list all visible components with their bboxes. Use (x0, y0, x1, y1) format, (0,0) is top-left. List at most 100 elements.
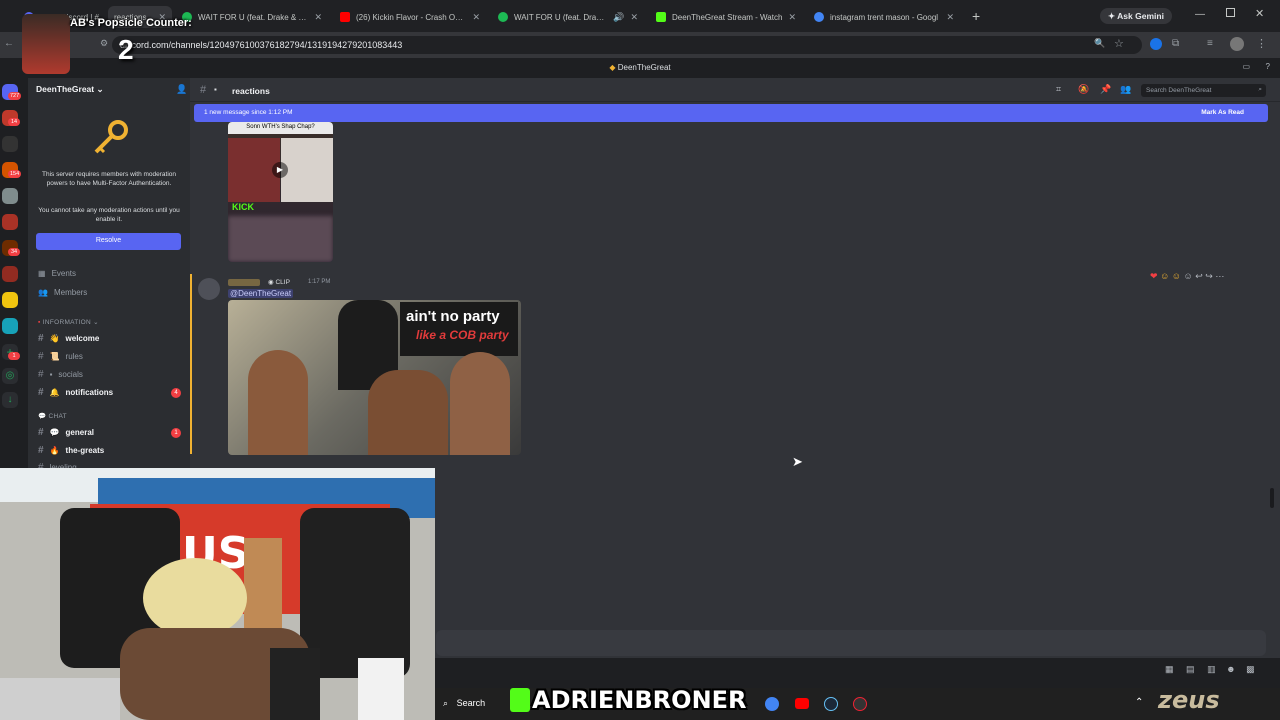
server-icon[interactable] (2, 188, 18, 204)
close-icon[interactable]: ✕ (630, 12, 638, 23)
search-input[interactable]: Search DeenTheGreat ⌕ (1141, 84, 1266, 97)
channel-emoji-icon: 🔥 (49, 446, 60, 455)
category-information[interactable]: ▪ INFORMATION ⌄ (38, 318, 99, 326)
speech-bubble-icon: 💬 (49, 428, 60, 437)
steam-icon[interactable] (824, 697, 838, 711)
image-text: like a COB party (416, 328, 509, 342)
message-input[interactable] (436, 630, 1266, 656)
close-icon[interactable]: ✕ (472, 12, 480, 23)
server-icon[interactable] (2, 214, 18, 230)
add-member-icon[interactable]: 👤 (176, 84, 187, 95)
category-chat[interactable]: 💬 CHAT (38, 412, 67, 420)
search-icon: ⌕ (443, 698, 449, 708)
browser-tab[interactable]: WAIT FOR U (feat. Drake & 🔊 ✕ (492, 6, 644, 28)
hash-icon: # (38, 333, 44, 344)
kebab-menu-icon[interactable]: ⋮ (1256, 37, 1267, 50)
heart-reaction-icon[interactable]: ❤ (1150, 271, 1158, 281)
chrome-icon[interactable] (765, 697, 779, 711)
more-icon[interactable]: ⋯ (1215, 271, 1224, 281)
avatar[interactable] (1230, 37, 1244, 51)
explore-icon[interactable]: ◎ (2, 368, 18, 384)
browser-tab[interactable]: DeenTheGreat Stream - Watch ✕ (650, 6, 802, 28)
channel-the-greats[interactable]: # 🔥 the-greats (38, 445, 104, 456)
obs-icon[interactable] (853, 697, 867, 711)
gif-icon[interactable]: ▦ (1165, 664, 1174, 674)
browser-tab-bar: (840) Discord | # reactions ✕ WAIT FOR U… (0, 0, 1280, 32)
play-icon[interactable]: ▶ (272, 162, 288, 178)
forward-icon[interactable]: ↪ (1205, 271, 1213, 281)
chevron-down-icon: ⌄ (96, 84, 104, 94)
minimize-button[interactable]: — (1195, 9, 1205, 20)
download-icon[interactable]: ↓ (2, 392, 18, 408)
channel-socials[interactable]: # ▪ socials (38, 369, 83, 380)
message-image[interactable]: Sonn WTH's Shap Chap? ▶ KICK (228, 122, 333, 262)
notification-settings-icon[interactable]: 🔕 (1078, 85, 1089, 94)
streamer-avatar (22, 14, 70, 74)
close-icon[interactable]: ✕ (788, 12, 796, 23)
close-icon[interactable]: ✕ (314, 12, 322, 23)
kick-channel-name: ADRIENBRONER (532, 686, 747, 714)
add-reaction-icon[interactable]: ☺ (1184, 271, 1193, 281)
gift-icon[interactable]: ▥ (1207, 664, 1216, 674)
mfa-notice: This server requires members with modera… (41, 171, 177, 187)
site-info-icon[interactable]: ⚙ (100, 38, 108, 49)
kick-icon (656, 12, 666, 22)
media-icon[interactable]: ≡ (1207, 38, 1213, 49)
ask-gemini-button[interactable]: ✦ Ask Gemini (1100, 8, 1172, 24)
events-nav[interactable]: ▦ Events (38, 269, 76, 278)
apps-icon[interactable]: ▩ (1246, 664, 1255, 674)
youtube-icon[interactable] (795, 698, 809, 709)
puzzle-icon[interactable]: ⧉ (1172, 38, 1179, 49)
sticker-icon[interactable]: ▤ (1186, 664, 1195, 674)
channel-notifications[interactable]: # 🔔 notifications (38, 387, 113, 398)
key-icon (94, 120, 128, 154)
crying-laughing-reaction-icon[interactable]: ☺ (1172, 271, 1181, 281)
category-icon: ▪ (38, 319, 41, 326)
server-icon[interactable] (2, 318, 18, 334)
chevron-up-icon[interactable]: ⌃ (1135, 697, 1143, 708)
back-icon[interactable]: ← (4, 38, 14, 49)
kick-logo: KICK (232, 202, 254, 212)
browser-tab[interactable]: WAIT FOR U (feat. Drake & Tem ✕ (176, 6, 328, 28)
username-blurred[interactable] (228, 279, 260, 286)
browser-tab[interactable]: instagram trent mason - Googl ✕ (808, 6, 960, 28)
maximize-button[interactable] (1226, 8, 1235, 17)
inbox-icon[interactable]: ▭ (1242, 62, 1250, 71)
channel-rules[interactable]: # 📜 rules (38, 351, 83, 362)
channel-general[interactable]: # 💬 general (38, 427, 94, 438)
resolve-button[interactable]: Resolve (36, 233, 181, 250)
star-icon[interactable]: ☆ (1114, 37, 1124, 50)
avatar[interactable] (198, 278, 220, 300)
zoom-icon[interactable]: 🔍 (1094, 38, 1105, 49)
user-mention[interactable]: @DeenTheGreat (228, 289, 294, 298)
extension-icon[interactable] (1150, 38, 1162, 50)
server-icon[interactable] (2, 266, 18, 282)
server-icon[interactable] (2, 136, 18, 152)
close-icon[interactable]: ✕ (946, 12, 954, 23)
server-rail: + ◎ ↓ 72714154341 (0, 78, 22, 468)
browser-tab[interactable]: (26) Kickin Flavor - Crash Out B ✕ (334, 6, 486, 28)
member-list-icon[interactable]: 👥 (1120, 85, 1131, 94)
channel-welcome[interactable]: # 👋 welcome (38, 333, 99, 344)
server-name-dropdown[interactable]: DeenTheGreat ⌄ (36, 84, 104, 95)
help-icon[interactable]: ? (1266, 62, 1270, 71)
message-image[interactable]: ain't no party like a COB party (228, 300, 521, 455)
threads-icon[interactable]: ⌗ (1056, 85, 1065, 94)
hash-icon: # (38, 369, 44, 380)
members-nav[interactable]: 👥 Members (38, 288, 87, 297)
new-tab-button[interactable]: + (972, 8, 980, 24)
reply-icon[interactable]: ↩ (1195, 271, 1203, 281)
mark-as-read-button[interactable]: Mark As Read (1201, 109, 1244, 116)
window-close-button[interactable]: ✕ (1255, 7, 1264, 20)
url-field[interactable]: discord.com/channels/1204976100376182794… (112, 36, 1142, 54)
pin-icon[interactable]: 📌 (1100, 85, 1111, 94)
taskbar-search[interactable]: ⌕ Search (443, 698, 485, 709)
laughing-reaction-icon[interactable]: ☺ (1160, 271, 1169, 281)
tray-icons: ▦ ▤ ▥ ☻ ▩ (1165, 664, 1255, 675)
server-icon[interactable] (2, 292, 18, 308)
emoji-icon[interactable]: ☻ (1226, 664, 1235, 674)
new-messages-banner[interactable]: 1 new message since 1:12 PM Mark As Read (194, 104, 1268, 122)
server-badge: 154 (8, 170, 22, 178)
channel-header: # ▪ reactions ⌗ 🔕 📌 👥 Search DeenTheGrea… (190, 78, 1280, 102)
scrollbar-thumb[interactable] (1270, 488, 1274, 508)
